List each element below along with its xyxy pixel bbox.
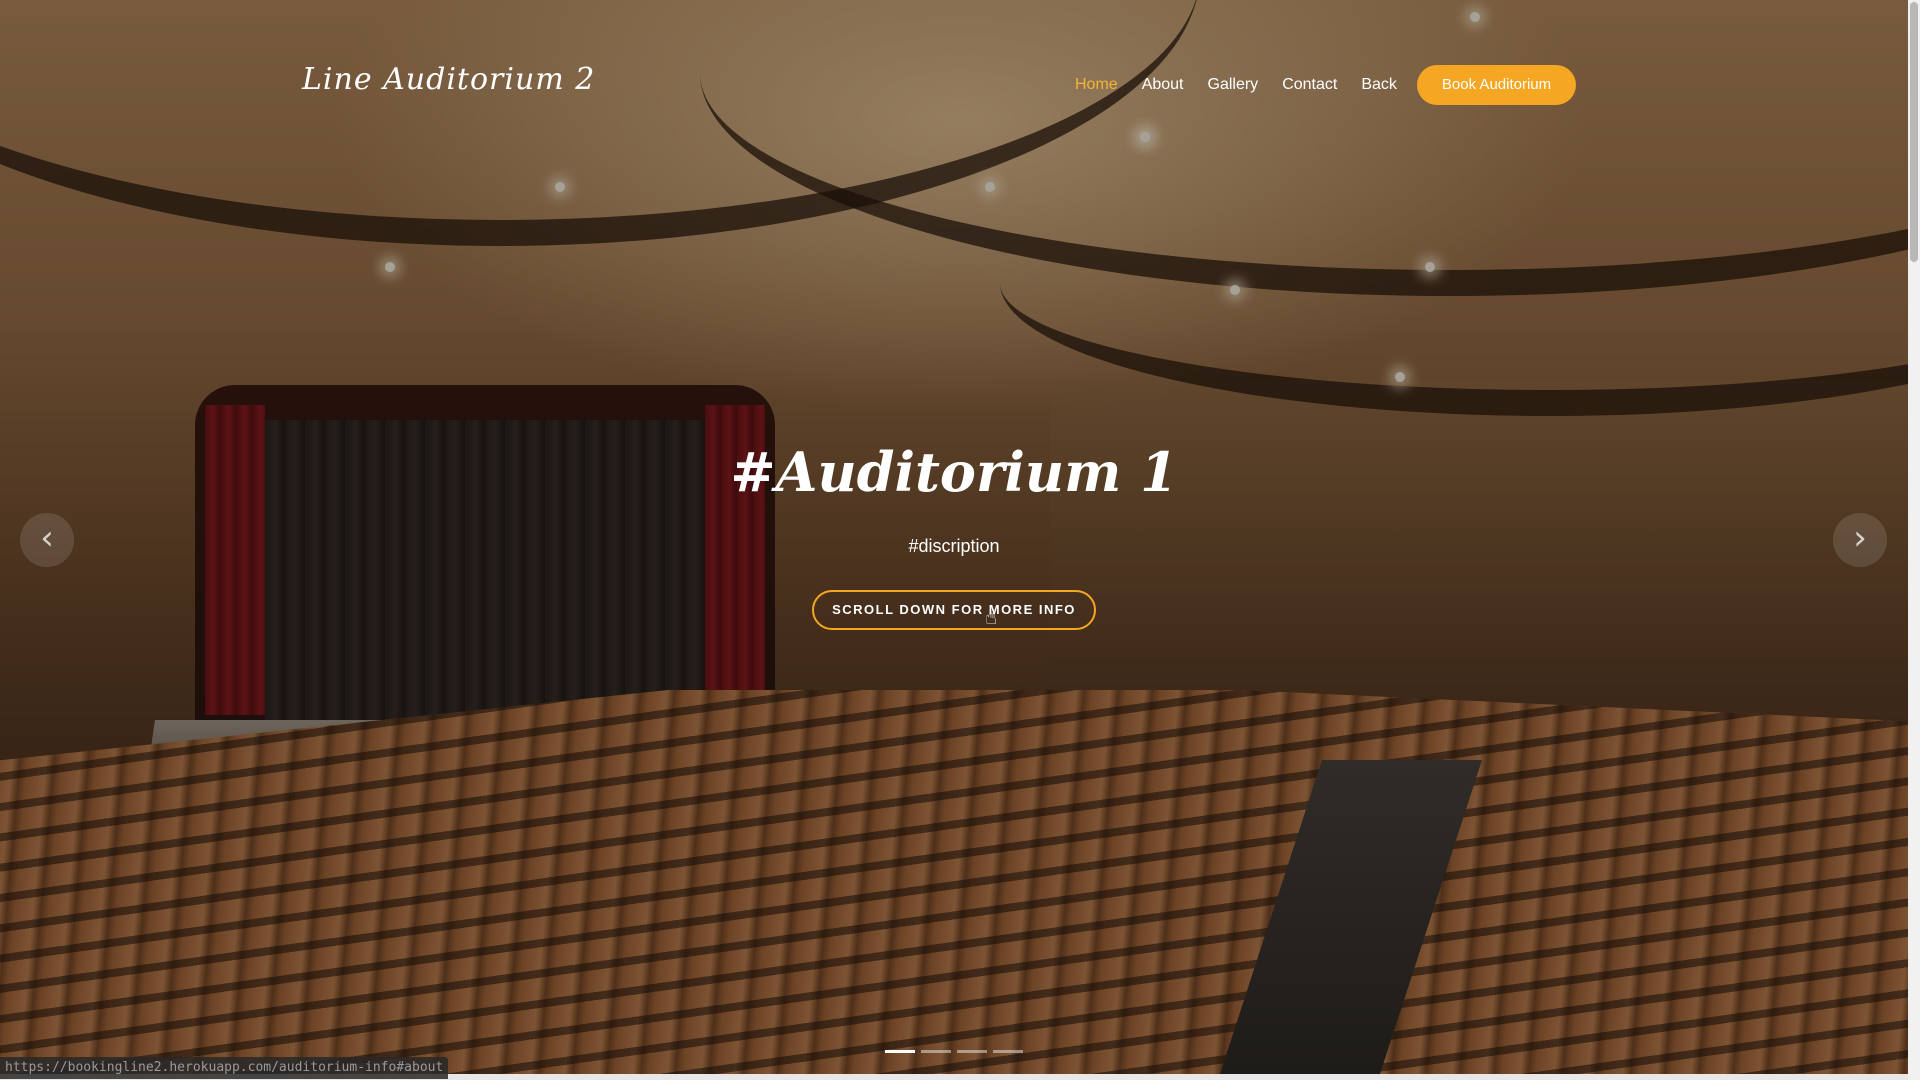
nav-home[interactable]: Home xyxy=(1063,76,1130,94)
nav-about[interactable]: About xyxy=(1130,76,1196,94)
nav-back[interactable]: Back xyxy=(1349,76,1409,94)
status-bar-url: https://bookingline2.herokuapp.com/audit… xyxy=(0,1057,449,1079)
nav-gallery[interactable]: Gallery xyxy=(1196,76,1271,94)
scroll-down-button[interactable]: SCROLL DOWN FOR MORE INFO xyxy=(812,590,1096,630)
hand-cursor-icon: ☝ xyxy=(985,605,998,629)
slide-title: #Auditorium 1 xyxy=(730,440,1178,504)
carousel-indicator-1[interactable] xyxy=(885,1050,915,1053)
vertical-scrollbar[interactable] xyxy=(1908,0,1920,1080)
carousel-indicator-2[interactable] xyxy=(921,1050,951,1053)
chevron-right-icon[interactable]: › xyxy=(1833,513,1887,567)
nav-contact[interactable]: Contact xyxy=(1270,76,1349,94)
hero-carousel: Line Auditorium 2 Home About Gallery Con… xyxy=(0,0,1908,1080)
main-nav: Home About Gallery Contact Back Book Aud… xyxy=(1063,65,1577,105)
carousel-indicators xyxy=(885,1050,1023,1053)
scrollbar-thumb[interactable] xyxy=(1910,2,1918,262)
site-logo[interactable]: Line Auditorium 2 xyxy=(302,62,595,97)
chevron-left-icon[interactable]: ‹ xyxy=(20,513,74,567)
book-auditorium-button[interactable]: Book Auditorium xyxy=(1416,65,1577,105)
slide-description: #discription xyxy=(908,536,1000,556)
carousel-indicator-4[interactable] xyxy=(993,1050,1023,1053)
carousel-indicator-3[interactable] xyxy=(957,1050,987,1053)
